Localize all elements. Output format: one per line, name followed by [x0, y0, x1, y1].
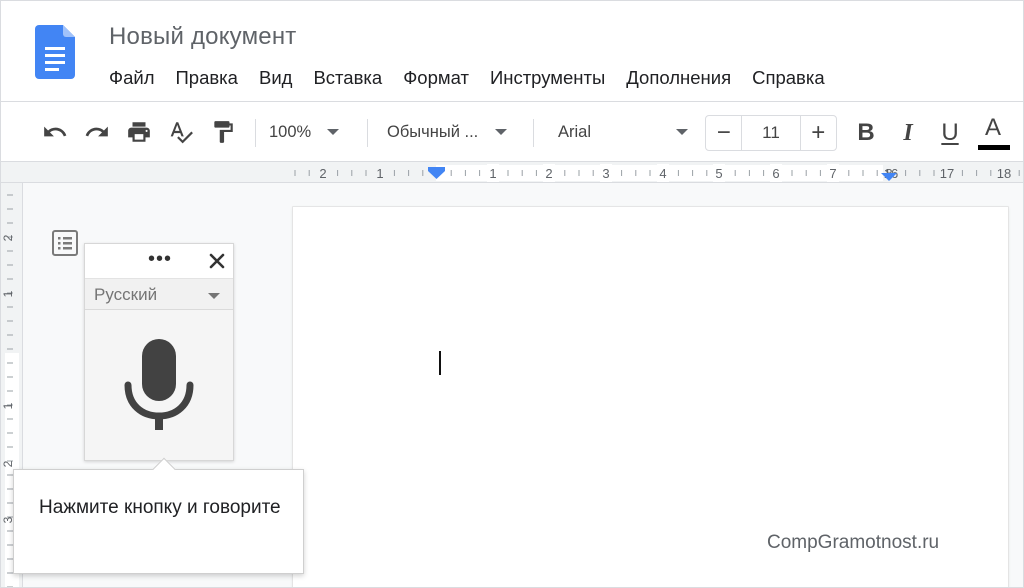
voice-typing-widget[interactable]: ••• Русский: [84, 243, 234, 461]
spellcheck-button[interactable]: [165, 102, 197, 162]
document-title[interactable]: Новый документ: [109, 23, 297, 51]
ruler-label: 2: [319, 166, 326, 181]
app-window: Новый документ Файл Правка Вид Вставка Ф…: [0, 0, 1024, 588]
menu-edit[interactable]: Правка: [175, 65, 238, 91]
document-page[interactable]: [293, 207, 1008, 587]
zoom-value: 100%: [269, 122, 312, 141]
tooltip-text: Нажмите кнопку и говорите: [39, 497, 281, 518]
text-color-button[interactable]: A: [976, 116, 1010, 150]
text-cursor: [439, 351, 441, 375]
style-select[interactable]: Обычный ...: [387, 102, 519, 162]
spellcheck-icon: [170, 122, 193, 144]
paint-format-button[interactable]: [207, 102, 239, 162]
ruler-label: 5: [715, 166, 722, 181]
style-value: Обычный ...: [387, 122, 479, 141]
vertical-ruler-label: 2: [1, 460, 15, 467]
font-size-stepper: − 11 +: [705, 115, 837, 151]
microphone-button[interactable]: [85, 310, 233, 460]
text-color-swatch: [978, 145, 1010, 150]
paint-format-icon: [214, 121, 233, 143]
menu-file[interactable]: Файл: [109, 65, 154, 91]
menu-view[interactable]: Вид: [259, 65, 292, 91]
ruler-label: 7: [829, 166, 836, 181]
menu-format[interactable]: Формат: [403, 65, 469, 91]
zoom-select[interactable]: 100%: [269, 102, 353, 162]
ruler-label: 1: [376, 166, 383, 181]
chevron-down-icon: [208, 293, 220, 299]
watermark: CompGramotnost.ru: [767, 532, 940, 553]
font-size-input[interactable]: 11: [741, 116, 801, 150]
menu-insert[interactable]: Вставка: [313, 65, 382, 91]
bold-button[interactable]: B: [849, 116, 883, 150]
vertical-ruler-label: 1: [1, 402, 15, 409]
close-icon[interactable]: [203, 247, 231, 275]
menu-help[interactable]: Справка: [752, 65, 825, 91]
font-select[interactable]: Arial: [558, 102, 692, 162]
voice-typing-header[interactable]: •••: [85, 244, 233, 278]
voice-typing-tooltip: Нажмите кнопку и говорите: [13, 457, 304, 574]
docs-logo-icon[interactable]: [35, 25, 75, 79]
ruler-label: 4: [659, 166, 666, 181]
redo-button[interactable]: [81, 102, 113, 162]
docs-header: Новый документ Файл Правка Вид Вставка Ф…: [1, 1, 1023, 101]
toolbar-separator: [533, 119, 534, 147]
ruler-label: 18: [997, 166, 1011, 181]
ruler-scale: 2112345678171816: [294, 164, 1020, 182]
font-value: Arial: [558, 122, 592, 141]
chevron-down-icon: [495, 129, 508, 135]
menu-tools[interactable]: Инструменты: [490, 65, 605, 91]
ruler-label: 6: [772, 166, 779, 181]
toolbar-separator: [367, 119, 368, 147]
italic-button[interactable]: I: [891, 116, 925, 150]
language-select[interactable]: Русский: [85, 278, 233, 310]
menu-bar: Файл Правка Вид Вставка Формат Инструмен…: [109, 65, 846, 91]
text-color-icon: A: [984, 114, 1001, 141]
ruler-label: 2: [545, 166, 552, 181]
redo-icon: [85, 126, 108, 137]
chevron-down-icon: [676, 129, 688, 135]
toolbar: 100% Обычный ... Arial − 11 + B I U A: [1, 101, 1023, 162]
increase-font-size-button[interactable]: +: [801, 116, 836, 150]
underline-button[interactable]: U: [933, 116, 967, 150]
more-icon[interactable]: •••: [145, 246, 175, 276]
ruler-label: 1: [489, 166, 496, 181]
ruler-label: 17: [940, 166, 954, 181]
menu-addons[interactable]: Дополнения: [626, 65, 731, 91]
undo-icon: [44, 126, 67, 137]
vertical-ruler-label: 1: [1, 290, 15, 297]
ruler-label: 3: [602, 166, 609, 181]
microphone-icon: [124, 339, 194, 430]
vertical-ruler-label: 2: [1, 234, 15, 241]
print-icon: [128, 122, 150, 142]
horizontal-ruler[interactable]: 2112345678171816: [1, 161, 1023, 183]
chevron-down-icon: [327, 129, 340, 135]
print-button[interactable]: [123, 102, 155, 162]
undo-button[interactable]: [39, 102, 71, 162]
language-value: Русский: [94, 285, 158, 304]
decrease-font-size-button[interactable]: −: [706, 116, 741, 150]
toolbar-separator: [255, 119, 256, 147]
document-outline-icon[interactable]: [51, 229, 79, 257]
